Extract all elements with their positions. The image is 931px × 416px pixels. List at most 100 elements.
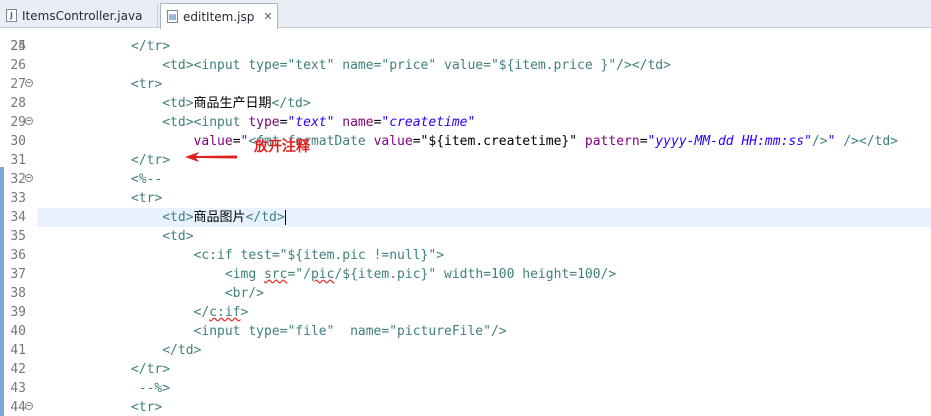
line-number: 26 — [10, 57, 26, 73]
code-token: ="${item.pic !=null}"> — [271, 247, 445, 263]
code-token: = — [639, 133, 648, 149]
code-token: <input type="file" name="pictureFile"/> — [193, 323, 507, 339]
tab-edititem-jsp[interactable]: ▤ editItem.jsp ✕ — [160, 3, 278, 29]
java-file-icon: J — [6, 9, 17, 22]
code-token: <br/> — [224, 285, 264, 301]
code-line: 25 </tr> — [0, 37, 931, 56]
code-token: c:if — [209, 304, 241, 320]
code-token: pic — [310, 266, 335, 282]
code-line: 36 <c:if test="${item.pic !=null}"> — [0, 246, 931, 265]
code-token: --%> — [138, 380, 171, 396]
code-line: 33 <tr> — [0, 189, 931, 208]
line-number: 37 — [10, 266, 26, 282]
line-number: 38 — [10, 285, 26, 301]
code-line: 27− <tr> — [0, 75, 931, 94]
fold-toggle-icon[interactable]: − — [25, 173, 33, 182]
code-token: <tr> — [130, 76, 163, 92]
code-token: name — [342, 114, 374, 130]
code-line: 30 value="<fmt:formatDate value="${item.… — [0, 132, 931, 151]
code-token: 商品图片 — [193, 209, 246, 225]
code-token: > — [240, 304, 249, 320]
code-token: src — [263, 266, 288, 282]
code-token: "createtime" — [381, 114, 476, 130]
tab-itemscontroller-java[interactable]: J ItemsController.java — [0, 3, 158, 28]
code-token: <td> — [162, 228, 194, 244]
line-number: 34 — [10, 209, 26, 225]
text-cursor — [284, 209, 286, 225]
code-editor[interactable]: 24 <td><input type="text" name="price" v… — [0, 28, 931, 416]
annotation-label: 放开注释 — [254, 139, 310, 155]
code-text: </tr> — [37, 37, 170, 56]
code-text: <tr> — [37, 75, 162, 94]
code-text: </td> — [37, 341, 201, 360]
code-text: </tr> — [37, 360, 170, 379]
code-token: </td> — [271, 95, 311, 111]
code-line: 38 <br/> — [0, 284, 931, 303]
code-text: <c:if test="${item.pic !=null}"> — [37, 246, 444, 265]
line-number: 29 — [10, 114, 26, 130]
code-text: <%-- — [37, 170, 162, 189]
code-line: 44− <tr> — [0, 398, 931, 416]
code-token: ="${item.createtime}" — [412, 133, 585, 149]
code-token: value — [373, 133, 413, 149]
code-line: 39 </c:if> — [0, 303, 931, 322]
code-token: <td> — [162, 209, 194, 225]
code-line: 41 </td> — [0, 341, 931, 360]
line-number: 28 — [10, 95, 26, 111]
jsp-file-icon: ▤ — [167, 10, 178, 23]
code-token: /></td> — [843, 133, 899, 149]
line-number: 32 — [10, 171, 26, 187]
code-token: <tr> — [130, 190, 163, 206]
code-text: <tr> — [37, 398, 162, 416]
line-number: 41 — [10, 342, 26, 358]
code-line: 26 — [0, 56, 931, 75]
code-token: </td> — [162, 342, 202, 358]
code-token: /${item.pic}" width=100 height=100/> — [334, 266, 617, 282]
code-text: <td>商品图片</td> — [37, 208, 286, 227]
code-token: </ — [193, 304, 210, 320]
line-number: 27 — [10, 76, 26, 92]
code-line: 34 <td>商品图片</td> — [0, 207, 931, 227]
code-line: 42 </tr> — [0, 360, 931, 379]
code-line: 43 --%> — [0, 379, 931, 398]
code-token: value — [193, 133, 233, 149]
code-token: </td> — [245, 209, 285, 225]
fold-toggle-icon[interactable]: − — [25, 401, 33, 410]
line-number: 43 — [10, 380, 26, 396]
close-icon[interactable]: ✕ — [263, 10, 272, 23]
code-line: 28 <td>商品生产日期</td> — [0, 94, 931, 113]
code-text: value="<fmt:formatDate value="${item.cre… — [37, 132, 898, 151]
code-token: pattern — [584, 133, 640, 149]
fold-toggle-icon[interactable]: − — [25, 78, 33, 87]
code-line: 35 <td> — [0, 227, 931, 246]
fold-toggle-icon[interactable]: − — [25, 116, 33, 125]
red-arrow-icon — [185, 152, 237, 162]
code-line: 32− <%-- — [0, 170, 931, 189]
code-token: <c:if — [193, 247, 241, 263]
editor-tab-bar: J ItemsController.java ▤ editItem.jsp ✕ — [0, 0, 931, 29]
code-token: = — [232, 133, 241, 149]
line-number: 30 — [10, 133, 26, 149]
code-token: <td> — [162, 95, 194, 111]
line-number: 39 — [10, 304, 26, 320]
code-text: --%> — [37, 379, 170, 398]
code-text: </tr> — [37, 151, 170, 170]
line-number: 36 — [10, 247, 26, 263]
code-text: <tr> — [37, 189, 162, 208]
code-line: 31 </tr> — [0, 151, 931, 170]
code-token: <img — [224, 266, 264, 282]
code-text: <td>商品生产日期</td> — [37, 94, 311, 113]
